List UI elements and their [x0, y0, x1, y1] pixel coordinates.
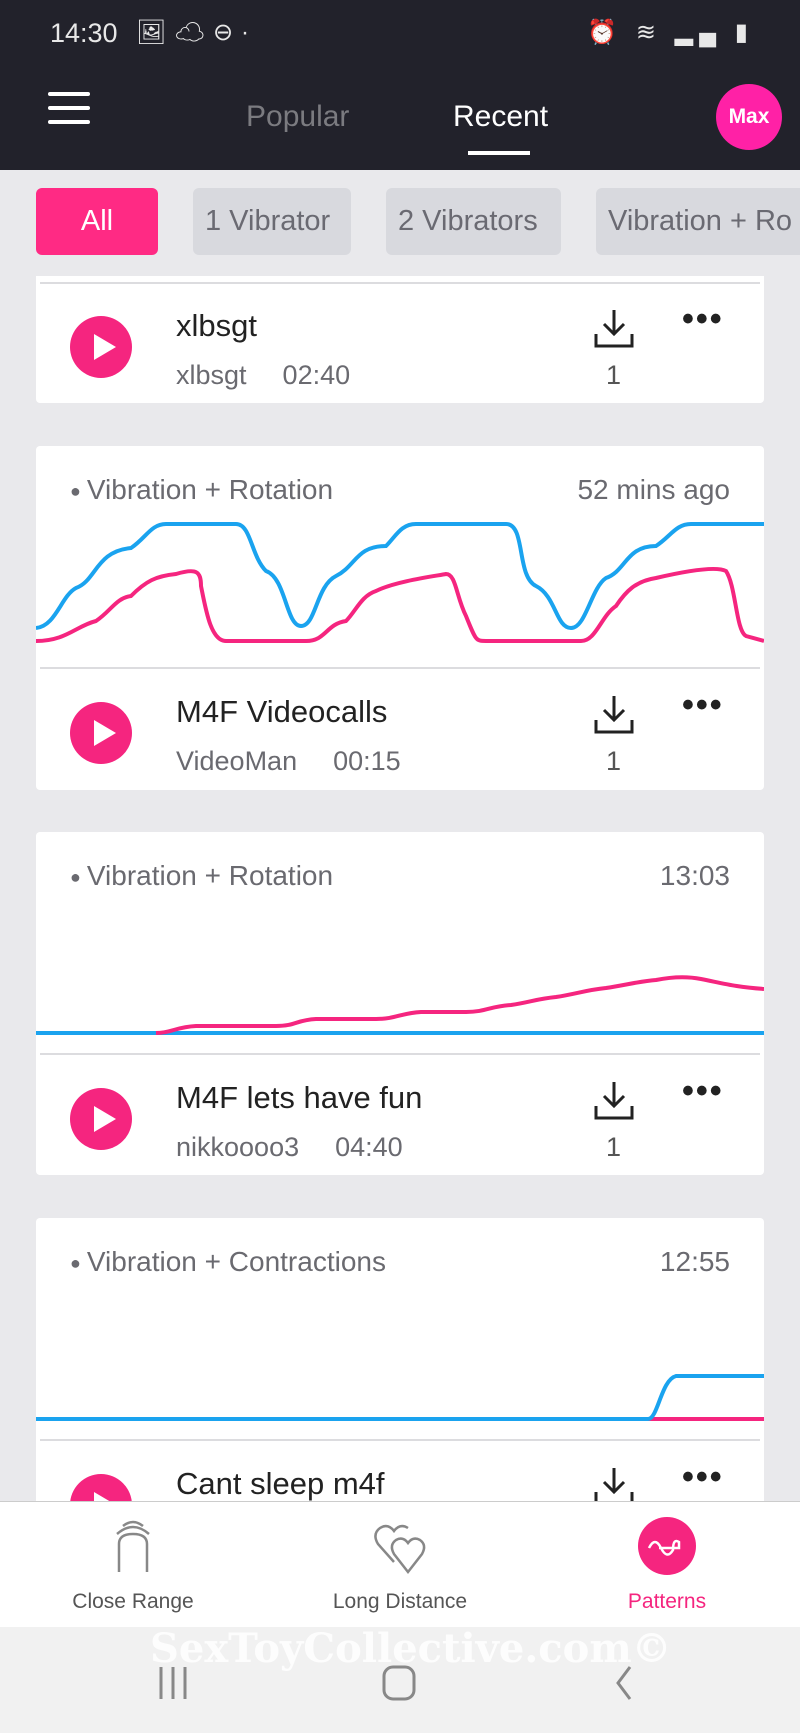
- pattern-card: ● Vibration + Rotation 52 mins ago M4F Vi…: [36, 446, 764, 790]
- pattern-card: ● Vibration + Rotation 13:03 M4F lets hav…: [36, 832, 764, 1175]
- more-options-icon[interactable]: •••: [682, 300, 724, 339]
- more-options-icon[interactable]: •••: [682, 1458, 724, 1497]
- divider: [40, 667, 760, 669]
- pattern-row[interactable]: M4F lets have fun nikkoooo3 04:40 1 •••: [36, 1060, 764, 1170]
- divider: [40, 282, 760, 284]
- tab-popular[interactable]: Popular: [246, 100, 349, 134]
- system-nav-bar: SexToyCollective.com©: [0, 1625, 800, 1733]
- pattern-waveform: [36, 1374, 764, 1421]
- blue-line: [36, 522, 764, 631]
- author: VideoMan: [176, 746, 298, 776]
- pattern-time: 12:55: [659, 1246, 730, 1277]
- close-range-icon: [116, 1520, 150, 1572]
- divider: [40, 1439, 760, 1441]
- home-icon[interactable]: [380, 1663, 420, 1703]
- back-icon[interactable]: [612, 1665, 636, 1701]
- pattern-card: xlbsgt xlbsgt 02:40 1 •••: [36, 270, 764, 403]
- filter-2-vibrators[interactable]: 2 Vibrators: [386, 188, 561, 255]
- status-bar: 14:30 🖼☁⊖· ⏰ ≋ ▂▄ ▮: [0, 0, 800, 70]
- download-count: 1: [606, 746, 622, 776]
- filter-all[interactable]: All: [36, 188, 158, 255]
- filter-vibration-rotation[interactable]: Vibration + Ro: [596, 188, 800, 255]
- pattern-waveform: [36, 522, 764, 643]
- duration: 02:40: [282, 360, 351, 390]
- author: xlbsgt: [176, 360, 247, 390]
- nav-label: Close Range: [72, 1590, 194, 1613]
- download-icon[interactable]: [592, 1078, 636, 1122]
- play-button[interactable]: [70, 316, 132, 378]
- app-header: Popular Recent Max: [0, 70, 800, 170]
- pattern-time: 13:03: [659, 860, 730, 891]
- pink-line: [155, 975, 764, 1035]
- duration: 04:40: [335, 1132, 403, 1162]
- filter-1-vibrator[interactable]: 1 Vibrator: [193, 188, 351, 255]
- nav-label: Patterns: [627, 1590, 707, 1613]
- pattern-title: xlbsgt: [176, 308, 257, 343]
- download-icon[interactable]: [592, 692, 636, 736]
- recent-apps-icon[interactable]: [155, 1665, 191, 1701]
- download-count: 1: [606, 1132, 622, 1162]
- pattern-type: ● Vibration + Rotation: [70, 860, 334, 891]
- pattern-waveform: [36, 975, 764, 1035]
- download-count: 1: [606, 360, 622, 390]
- pattern-title: M4F lets have fun: [176, 1080, 423, 1115]
- pattern-row[interactable]: xlbsgt xlbsgt 02:40 1 •••: [36, 288, 764, 398]
- pattern-type: ● Vibration + Contractions: [70, 1246, 386, 1277]
- pattern-time: 52 mins ago: [577, 474, 730, 505]
- pattern-subtitle: VideoMan 00:15: [176, 746, 401, 777]
- pattern-title: Cant sleep m4f: [176, 1466, 385, 1501]
- system-icons: ⏰ ≋ ▂▄ ▮: [587, 19, 754, 46]
- nav-close-range[interactable]: Close Range: [0, 1502, 266, 1628]
- divider: [40, 1053, 760, 1055]
- patterns-icon: [638, 1517, 696, 1575]
- notification-icons: 🖼☁⊖·: [136, 19, 258, 46]
- pattern-title: M4F Videocalls: [176, 694, 388, 729]
- pattern-subtitle: nikkoooo3 04:40: [176, 1132, 403, 1163]
- nav-patterns[interactable]: Patterns: [534, 1502, 800, 1628]
- filter-bar: All 1 Vibrator 2 Vibrators Vibration + R…: [0, 170, 800, 276]
- play-button[interactable]: [70, 702, 132, 764]
- play-button[interactable]: [70, 1088, 132, 1150]
- pattern-type: ● Vibration + Rotation: [70, 474, 334, 505]
- pattern-subtitle: xlbsgt 02:40: [176, 360, 350, 391]
- hearts-icon: [374, 1524, 426, 1575]
- download-icon[interactable]: [592, 306, 636, 350]
- tab-recent[interactable]: Recent: [453, 100, 548, 134]
- more-options-icon[interactable]: •••: [682, 686, 724, 725]
- duration: 00:15: [333, 746, 401, 776]
- pink-line: [36, 567, 764, 643]
- avatar[interactable]: Max: [716, 84, 782, 150]
- more-options-icon[interactable]: •••: [682, 1072, 724, 1111]
- bottom-nav: Close Range Long Distance Patterns: [0, 1501, 800, 1627]
- author: nikkoooo3: [176, 1132, 300, 1162]
- active-tab-indicator: [468, 151, 530, 155]
- blue-line: [36, 1374, 764, 1421]
- nav-label: Long Distance: [332, 1590, 468, 1613]
- clock: 14:30: [50, 18, 118, 48]
- hamburger-menu-icon[interactable]: [48, 92, 90, 126]
- pattern-row[interactable]: M4F Videocalls VideoMan 00:15 1 •••: [36, 674, 764, 784]
- nav-long-distance[interactable]: Long Distance: [267, 1502, 533, 1628]
